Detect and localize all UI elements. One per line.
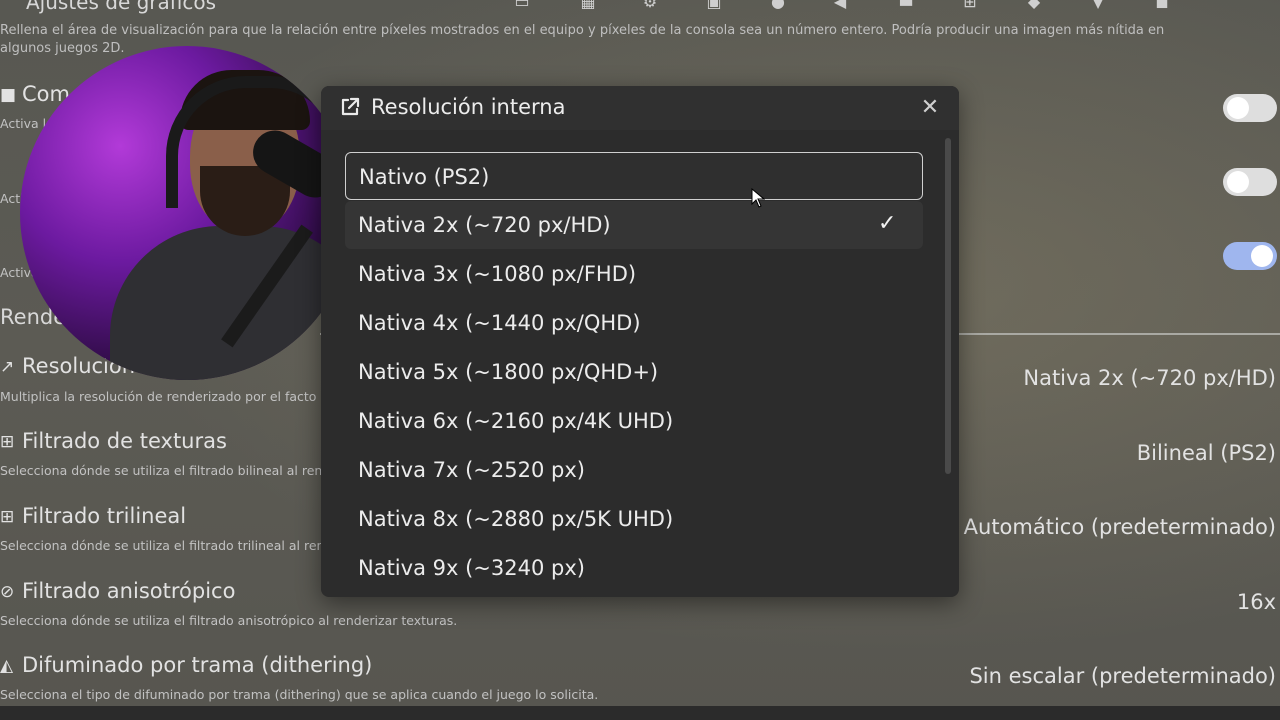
mouse-cursor-icon xyxy=(751,188,765,208)
option-label: Nativa 7x (~2520 px) xyxy=(358,458,585,482)
eraser-icon[interactable]: ◆ xyxy=(1024,0,1044,10)
bottom-strip xyxy=(0,706,1280,720)
scrollbar[interactable] xyxy=(945,138,951,474)
option-label: Nativo (PS2) xyxy=(359,165,490,189)
setting-value-texture-filter[interactable]: Bilineal (PS2) xyxy=(1137,441,1276,465)
trophy-icon[interactable]: ▼ xyxy=(1088,0,1108,10)
option-label: Nativa 3x (~1080 px/FHD) xyxy=(358,262,637,286)
dialog-title: Resolución interna xyxy=(371,95,566,119)
option-item[interactable]: Nativa 6x (~2160 px/4K UHD) xyxy=(345,397,923,445)
toggle-switch[interactable] xyxy=(1223,242,1277,270)
brush-icon: ◭ xyxy=(0,656,14,676)
network-icon[interactable]: ⊞ xyxy=(960,0,980,10)
option-item[interactable]: Nativa 7x (~2520 px) xyxy=(345,446,923,494)
controller-icon[interactable]: ◼ xyxy=(1152,0,1172,10)
gears-icon[interactable]: ⚙ xyxy=(640,0,660,10)
webcam-overlay xyxy=(20,46,354,380)
grid-icon: ⊞ xyxy=(0,507,15,527)
toggle-switch[interactable] xyxy=(1223,168,1277,196)
setting-value-trilinear[interactable]: Automático (predeterminado) xyxy=(964,515,1276,539)
option-label: Nativa 5x (~1800 px/QHD+) xyxy=(358,360,659,384)
resolution-dialog: Resolución interna ✕ Nativo (PS2) Nativa… xyxy=(321,86,959,597)
setting-title-texture-filter: Filtrado de texturas xyxy=(22,429,227,453)
option-item[interactable]: Nativa 4x (~1440 px/QHD) xyxy=(345,299,923,347)
option-label: Nativa 4x (~1440 px/QHD) xyxy=(358,311,641,335)
setting-title-dithering: Difuminado por trama (dithering) xyxy=(22,653,373,677)
row-icon: ■ xyxy=(0,85,17,105)
monitor-icon[interactable]: ▭ xyxy=(512,0,532,10)
setting-value-dithering[interactable]: Sin escalar (predeterminado) xyxy=(969,664,1276,688)
setting-desc-resolution: Multiplica la resolución de renderizado … xyxy=(0,389,317,404)
setting-title-trilinear: Filtrado trilineal xyxy=(22,504,187,528)
speaker-icon[interactable]: ◀ xyxy=(830,0,850,10)
option-label: Nativa 8x (~2880 px/5K UHD) xyxy=(358,507,674,531)
checkmark-icon: ✓ xyxy=(878,211,897,236)
dialog-header: Resolución interna ✕ xyxy=(321,86,959,130)
option-item[interactable]: Nativo (PS2) xyxy=(345,152,923,200)
option-item[interactable]: Nativa 2x (~720 px/HD) ✓ xyxy=(345,201,923,249)
setting-desc-dithering: Selecciona el tipo de difuminado por tra… xyxy=(0,687,599,702)
setting-title-anisotropic: Filtrado anisotrópico xyxy=(22,579,236,603)
page-title: Ajustes de gráficos xyxy=(26,0,217,14)
external-link-icon: ↗ xyxy=(0,357,15,377)
setting-desc-trilinear: Selecciona dónde se utiliza el filtrado … xyxy=(0,538,325,553)
option-item[interactable]: Nativa 3x (~1080 px/FHD) xyxy=(345,250,923,298)
setting-value-resolution[interactable]: Nativa 2x (~720 px/HD) xyxy=(1023,366,1276,390)
option-label: Nativa 9x (~3240 px) xyxy=(358,556,585,580)
toggle-switch[interactable] xyxy=(1223,94,1277,122)
top-toolbar: Ajustes de gráficos ▭ ▦ ⚙ ▣ ● ◀ ▬ ⊞ ◆ ▼ … xyxy=(0,0,1280,20)
close-icon[interactable]: ✕ xyxy=(919,97,941,119)
option-item[interactable]: Nativa 8x (~2880 px/5K UHD) xyxy=(345,495,923,543)
setting-desc-anisotropic: Selecciona dónde se utiliza el filtrado … xyxy=(0,613,458,628)
external-link-icon xyxy=(341,97,360,116)
grid-icon: ⊞ xyxy=(0,432,15,452)
option-item[interactable]: Nativa 5x (~1800 px/QHD+) xyxy=(345,348,923,396)
eye-off-icon: ⊘ xyxy=(0,582,15,602)
image-icon[interactable]: ▣ xyxy=(704,0,724,10)
setting-desc-texture-filter: Selecciona dónde se utiliza el filtrado … xyxy=(0,463,323,478)
memory-card-icon[interactable]: ▬ xyxy=(896,0,916,10)
option-label: Nativa 2x (~720 px/HD) xyxy=(358,213,611,237)
setting-value-anisotropic[interactable]: 16x xyxy=(1237,590,1276,614)
option-label: Nativa 6x (~2160 px/4K UHD) xyxy=(358,409,674,433)
gamepad-icon[interactable]: ● xyxy=(768,0,788,10)
option-item[interactable]: Nativa 9x (~3240 px) xyxy=(345,544,923,592)
chip-icon[interactable]: ▦ xyxy=(578,0,598,10)
